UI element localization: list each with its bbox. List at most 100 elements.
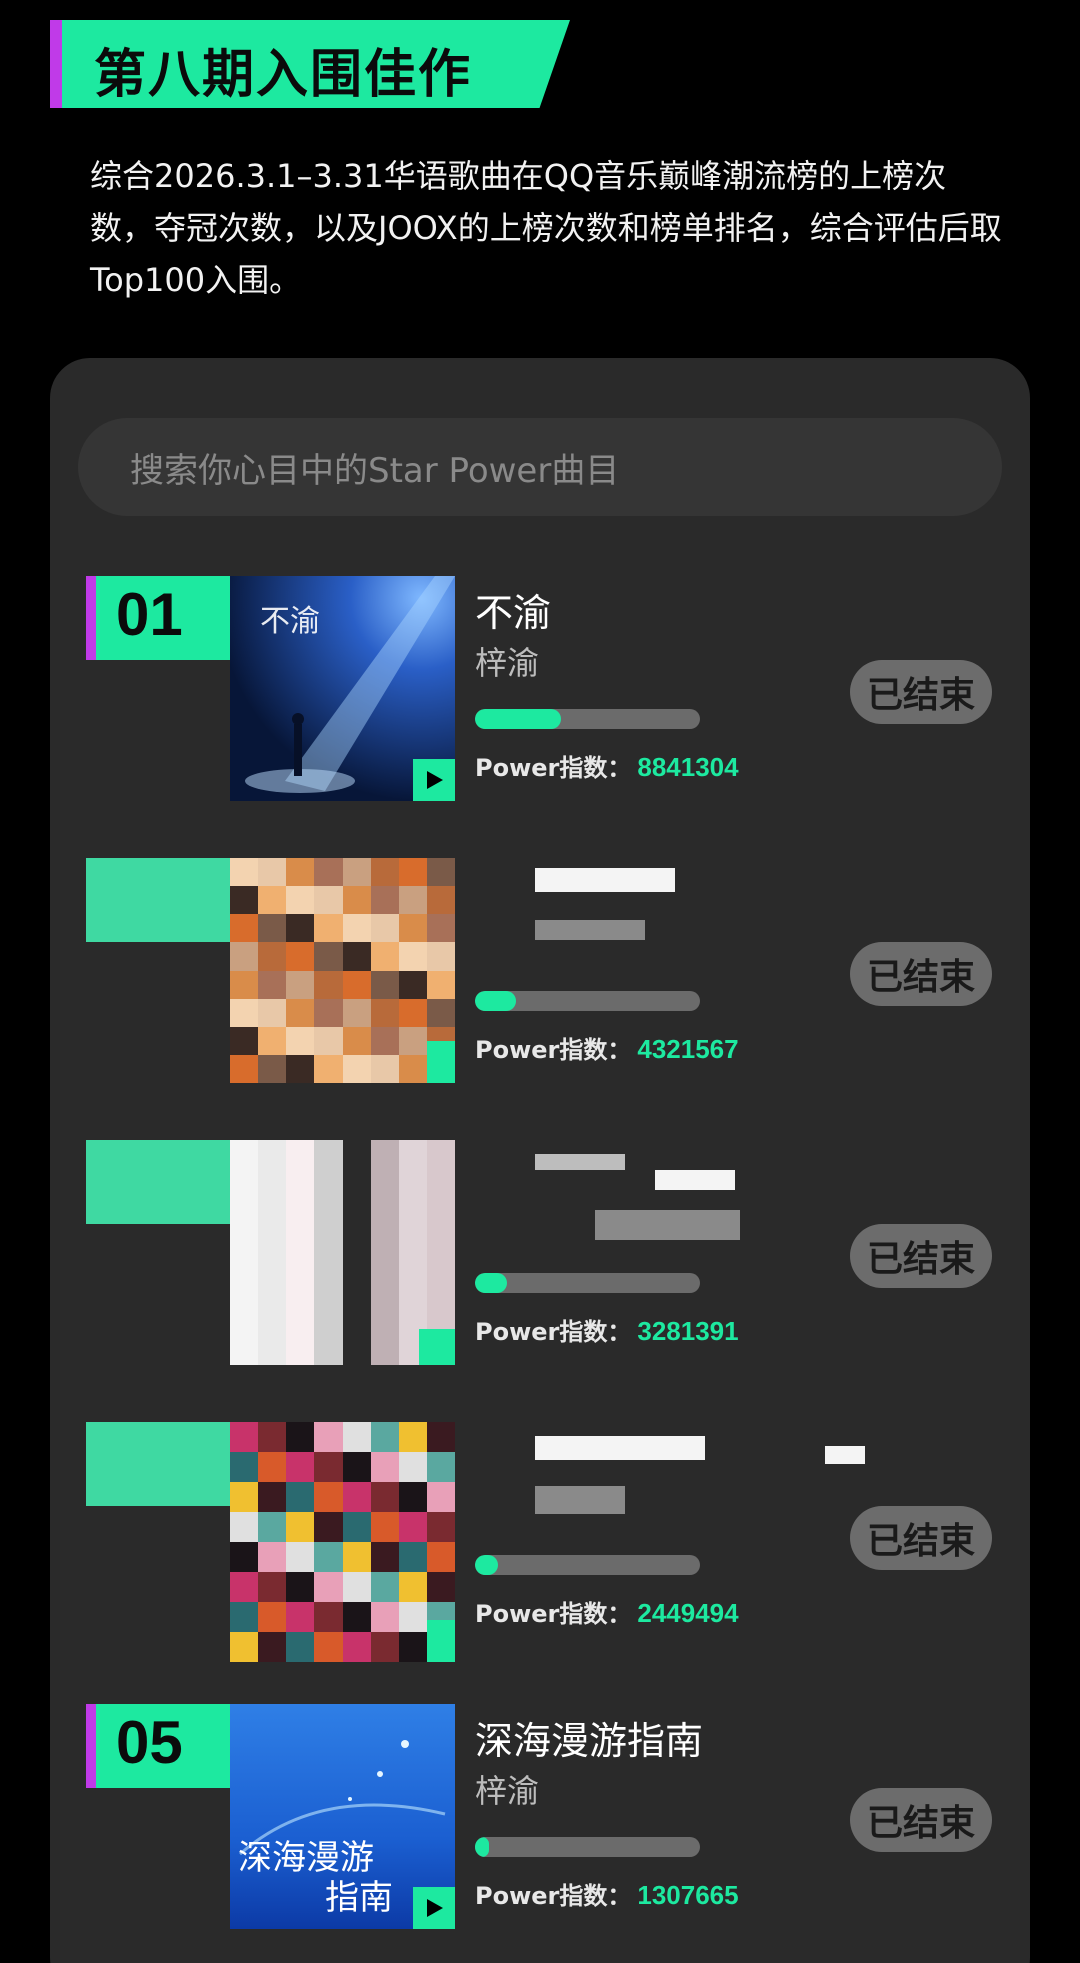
progress-fill [475, 1273, 507, 1293]
list-item[interactable]: 05 深海漫游 指南 深海漫游指南 梓渝 Power指数： 1307665 已结… [50, 1704, 1030, 1934]
mosaic-cell [314, 1572, 343, 1602]
song-title: 深海漫游指南 [475, 1719, 704, 1763]
mosaic-cell [258, 1308, 287, 1337]
mosaic-cell [398, 998, 427, 1027]
mosaic-cell [342, 1252, 371, 1281]
mosaic-cell [258, 1482, 287, 1512]
mosaic-cell [258, 1224, 287, 1253]
mosaic-cell [258, 1632, 287, 1662]
album-cover[interactable] [230, 858, 455, 1083]
mosaic-cell [258, 1196, 287, 1225]
mosaic-cell [286, 1452, 315, 1482]
power-index: Power指数： 4321567 [475, 1030, 739, 1065]
mosaic-cell [258, 1512, 287, 1542]
mosaic-cell [314, 1224, 343, 1253]
mosaic-cell [370, 1422, 399, 1452]
search-input[interactable]: 搜索你心目中的Star Power曲目 [78, 418, 1002, 516]
mosaic-cell [314, 998, 343, 1027]
mosaic-cell [426, 1140, 455, 1169]
mosaic-cell [314, 942, 343, 971]
status-button[interactable]: 已结束 [850, 1788, 992, 1852]
progress-fill [475, 991, 516, 1011]
album-cover[interactable]: 深海漫游 指南 [230, 1704, 455, 1929]
power-label: Power指数： [475, 1318, 632, 1346]
mosaic-cell [258, 1452, 287, 1482]
mosaic-cell [314, 1602, 343, 1632]
rank-number: 05 [116, 1709, 183, 1776]
status-button[interactable]: 已结束 [850, 942, 992, 1006]
mosaic-cell [314, 858, 343, 887]
mosaic-cell [398, 1512, 427, 1542]
mosaic-cell [370, 914, 399, 943]
mosaic-cell [426, 970, 455, 999]
rank-number-mosaic [96, 858, 231, 942]
mosaic-cell [342, 1140, 371, 1169]
mosaic-cell [314, 1482, 343, 1512]
mosaic-cell [342, 1196, 371, 1225]
blurred-artist [535, 920, 645, 940]
mosaic-cell [370, 1026, 399, 1055]
mosaic-cell [342, 1308, 371, 1337]
play-icon[interactable] [427, 1041, 455, 1083]
status-button[interactable]: 已结束 [850, 1224, 992, 1288]
mosaic-cell [258, 1542, 287, 1572]
mosaic-cell [342, 1572, 371, 1602]
mosaic-cell [342, 1452, 371, 1482]
rank-badge [86, 1140, 231, 1224]
mosaic-cell [230, 858, 259, 887]
mosaic-cell [370, 1196, 399, 1225]
mosaic-cell [230, 1280, 259, 1309]
status-button[interactable]: 已结束 [850, 1506, 992, 1570]
play-icon[interactable] [427, 1620, 455, 1662]
mosaic-cell [230, 1512, 259, 1542]
mosaic-cell [398, 970, 427, 999]
mosaic-cell [286, 1224, 315, 1253]
album-cover[interactable]: 不渝 [230, 576, 455, 801]
power-value: 8841304 [637, 752, 739, 782]
mosaic-cell [370, 942, 399, 971]
mosaic-cell [258, 1026, 287, 1055]
intro-text: 综合2026.3.1–3.31华语歌曲在QQ音乐巅峰潮流榜的上榜次数，夺冠次数，… [90, 157, 1002, 299]
mosaic-cell [314, 914, 343, 943]
mosaic-cell [398, 1542, 427, 1572]
mosaic-cell [258, 1168, 287, 1197]
power-progress-bar [475, 991, 700, 1011]
mosaic-cell [258, 1280, 287, 1309]
mosaic-cell [342, 1336, 371, 1365]
mosaic-cell [230, 970, 259, 999]
mosaic-cell [342, 1632, 371, 1662]
list-item[interactable]: Power指数： 2449494 已结束 [50, 1422, 1030, 1662]
mosaic-cell [342, 914, 371, 943]
power-value: 1307665 [637, 1880, 739, 1910]
list-item[interactable]: 01 不渝 不渝 梓渝 Power指数： 8841304 已结束 [50, 576, 1030, 806]
mosaic-cell [314, 1452, 343, 1482]
mosaic-cell [286, 1632, 315, 1662]
mosaic-cell [426, 942, 455, 971]
mosaic-cell [398, 1452, 427, 1482]
mosaic-cell [258, 1602, 287, 1632]
mosaic-cell [258, 1054, 287, 1083]
blurred-title [535, 1436, 705, 1460]
mosaic-cell [230, 998, 259, 1027]
mosaic-cell [370, 998, 399, 1027]
play-icon[interactable] [419, 1329, 455, 1365]
album-cover[interactable] [230, 1140, 455, 1365]
status-button[interactable]: 已结束 [850, 660, 992, 724]
mosaic-cell [398, 1482, 427, 1512]
play-icon[interactable] [413, 759, 455, 801]
mosaic-cell [230, 1422, 259, 1452]
mosaic-cell [230, 1572, 259, 1602]
mosaic-cell [286, 1482, 315, 1512]
list-item[interactable]: Power指数： 4321567 已结束 [50, 858, 1030, 1088]
power-value: 3281391 [637, 1316, 739, 1346]
mosaic-cell [426, 1542, 455, 1572]
play-icon[interactable] [413, 1887, 455, 1929]
mosaic-cell [258, 942, 287, 971]
list-item[interactable]: Power指数： 3281391 已结束 [50, 1140, 1030, 1370]
album-cover[interactable] [230, 1422, 455, 1662]
mosaic-cell [398, 1252, 427, 1281]
mosaic-cell [230, 1452, 259, 1482]
mosaic-cell [342, 858, 371, 887]
mosaic-cell [370, 858, 399, 887]
mosaic-cell [314, 1196, 343, 1225]
